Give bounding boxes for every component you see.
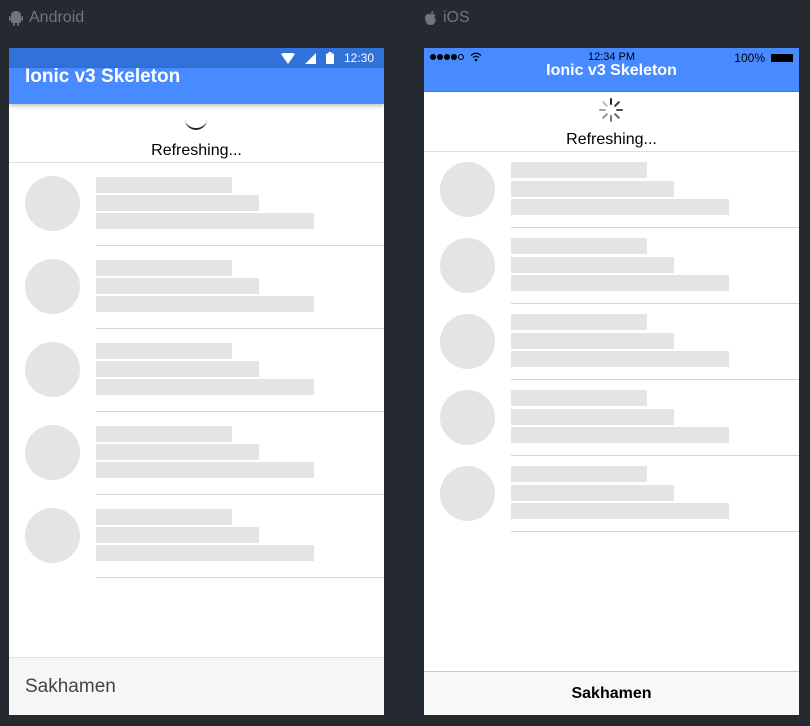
android-skeleton-item[interactable] (9, 163, 384, 246)
android-skeleton-item[interactable] (9, 412, 384, 495)
battery-icon (771, 54, 793, 62)
text-line-placeholder (511, 409, 674, 425)
text-line-placeholder (511, 351, 729, 367)
text-line-placeholder (96, 379, 314, 395)
avatar-placeholder (25, 425, 80, 480)
text-line-placeholder (96, 444, 259, 460)
ios-refresh-spinner-icon (599, 98, 623, 122)
text-line-placeholder (96, 361, 259, 377)
android-refresher[interactable]: Refreshing... (9, 104, 384, 163)
text-line-placeholder (511, 181, 674, 197)
android-skeleton-item[interactable] (9, 495, 384, 578)
text-line-placeholder (511, 275, 729, 291)
text-line-placeholder (96, 462, 314, 478)
text-line-placeholder (511, 466, 647, 482)
ios-skeleton-list (424, 152, 799, 532)
item-divider (511, 531, 799, 532)
android-skeleton-list (9, 163, 384, 578)
ios-device-frame: 12:34 PM 100% Ionic v3 Skeleton Refreshi… (424, 48, 799, 715)
android-platform-label: Android (9, 8, 84, 28)
ios-skeleton-item[interactable] (424, 380, 799, 456)
text-line-placeholder (96, 213, 314, 229)
item-divider (96, 577, 384, 578)
text-line-placeholder (96, 343, 232, 359)
text-line-placeholder (96, 260, 232, 276)
ios-page-title: Ionic v3 Skeleton (546, 62, 677, 79)
avatar-placeholder (25, 342, 80, 397)
ios-platform-label: iOS (424, 8, 470, 28)
ios-skeleton-item[interactable] (424, 152, 799, 228)
avatar-placeholder (440, 390, 495, 445)
android-toolbar: Ionic v3 Skeleton (9, 66, 384, 104)
text-line-placeholder (96, 527, 259, 543)
text-line-placeholder (96, 296, 314, 312)
android-footer-title: Sakhamen (25, 676, 116, 697)
android-page-title: Ionic v3 Skeleton (25, 66, 181, 87)
text-line-placeholder (511, 238, 647, 254)
text-line-placeholder (511, 390, 647, 406)
text-line-placeholder (511, 485, 674, 501)
avatar-placeholder (25, 259, 80, 314)
text-line-placeholder (511, 427, 729, 443)
android-refresh-spinner-icon (185, 118, 207, 130)
text-line-placeholder (511, 199, 729, 215)
android-footer: Sakhamen (9, 657, 384, 715)
text-line-placeholder (511, 162, 647, 178)
ios-refresh-text: Refreshing... (566, 131, 657, 148)
ios-footer: Sakhamen (424, 671, 799, 715)
battery-icon (325, 52, 334, 64)
text-line-placeholder (511, 503, 729, 519)
avatar-placeholder (440, 162, 495, 217)
text-line-placeholder (96, 426, 232, 442)
text-line-placeholder (96, 177, 232, 193)
text-line-placeholder (511, 314, 647, 330)
ios-label-text: iOS (443, 9, 470, 26)
signal-icon (304, 52, 316, 64)
android-label-text: Android (29, 9, 85, 26)
ios-header: 12:34 PM 100% Ionic v3 Skeleton (424, 48, 799, 92)
avatar-placeholder (440, 466, 495, 521)
wifi-icon (280, 52, 295, 64)
avatar-placeholder (440, 314, 495, 369)
avatar-placeholder (25, 508, 80, 563)
apple-icon (425, 11, 436, 25)
avatar-placeholder (25, 176, 80, 231)
ios-refresher[interactable]: Refreshing... (424, 92, 799, 152)
text-line-placeholder (96, 195, 259, 211)
android-status-bar: 12:30 (9, 48, 384, 68)
ios-skeleton-item[interactable] (424, 228, 799, 304)
text-line-placeholder (96, 509, 232, 525)
text-line-placeholder (96, 545, 314, 561)
text-line-placeholder (96, 278, 259, 294)
android-status-time: 12:30 (343, 51, 374, 65)
text-line-placeholder (511, 333, 674, 349)
android-icon (9, 11, 23, 26)
android-skeleton-item[interactable] (9, 329, 384, 412)
android-refresh-text: Refreshing... (151, 142, 242, 159)
text-line-placeholder (511, 257, 674, 273)
ios-skeleton-item[interactable] (424, 456, 799, 532)
avatar-placeholder (440, 238, 495, 293)
ios-footer-title: Sakhamen (571, 685, 652, 702)
android-device-frame: 12:30 Ionic v3 Skeleton Refreshing... Sa… (9, 48, 384, 715)
android-skeleton-item[interactable] (9, 246, 384, 329)
ios-skeleton-item[interactable] (424, 304, 799, 380)
